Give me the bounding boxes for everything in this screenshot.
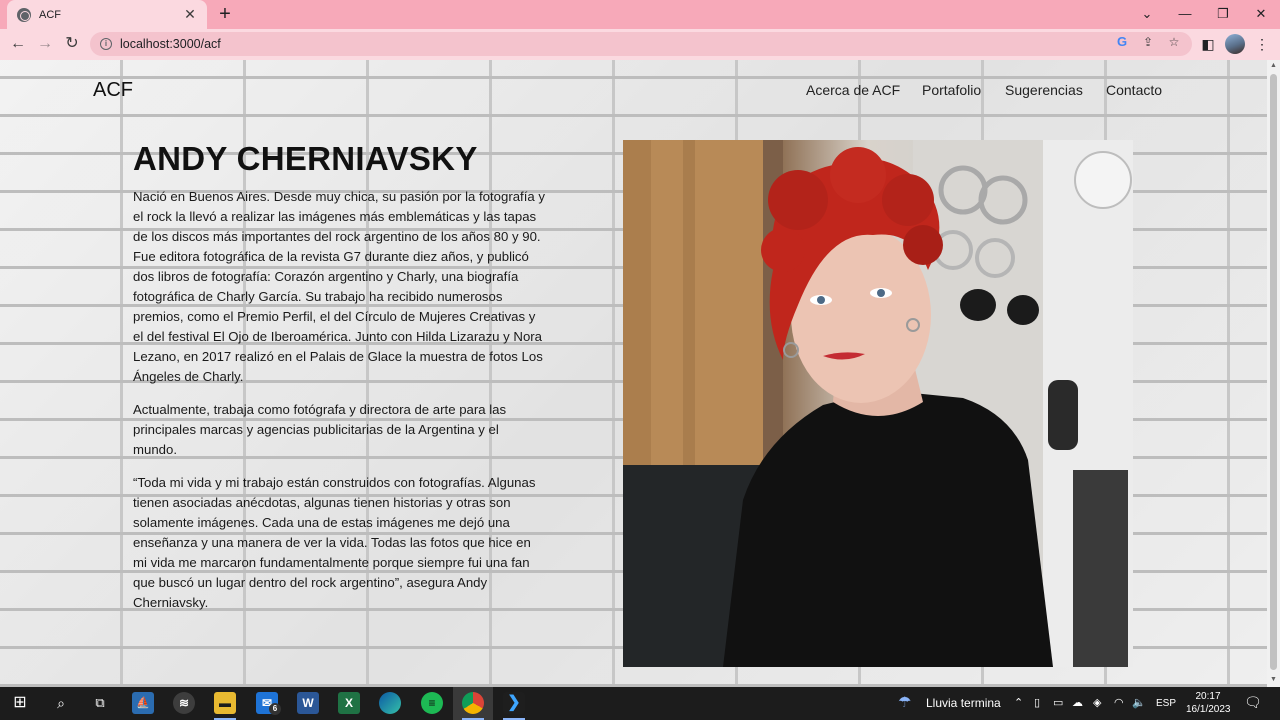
reload-icon[interactable]: ↻ (60, 33, 84, 55)
vscode-icon[interactable]: ❯ (503, 692, 525, 714)
maximize-button[interactable]: ❐ (1204, 0, 1242, 29)
wifi-icon[interactable]: ◠ (1114, 696, 1124, 709)
nav-portafolio[interactable]: Portafolio (922, 82, 981, 98)
search-icon[interactable]: ⌕ (50, 692, 72, 714)
nav-sugerencias[interactable]: Sugerencias (1005, 82, 1083, 98)
clock-date: 16/1/2023 (1186, 704, 1231, 715)
excel-icon[interactable]: X (338, 692, 360, 714)
tab-title: ACF (39, 8, 61, 21)
bookmark-star-icon[interactable]: ☆ (1166, 34, 1182, 50)
notifications-icon[interactable]: 🗨 (1244, 694, 1262, 711)
usb-icon[interactable]: ▯ (1034, 696, 1040, 709)
page-scrollbar[interactable]: ▲ ▼ (1267, 60, 1280, 687)
back-icon[interactable]: ← (6, 33, 30, 55)
address-bar[interactable]: i localhost:3000/acf (90, 32, 1192, 56)
site-info-icon[interactable]: i (100, 38, 112, 50)
language-indicator[interactable]: ESP (1156, 698, 1176, 709)
cloud-icon[interactable]: ☁ (1072, 696, 1083, 709)
file-explorer-icon[interactable]: ▬ (214, 692, 236, 714)
weather-icon[interactable]: ☂ (898, 693, 911, 711)
word-icon[interactable]: W (297, 692, 319, 714)
new-tab-button[interactable]: + (213, 3, 237, 25)
bio-quote: “Toda mi vida y mi trabajo están constru… (133, 475, 536, 610)
mail-badge: 6 (269, 703, 281, 715)
biography: Nació en Buenos Aires. Desde muy chica, … (133, 187, 545, 626)
app-icon[interactable]: ⛵ (132, 692, 154, 714)
clock-time: 20:17 (1195, 691, 1221, 702)
browser-tab[interactable]: ACF ✕ (7, 0, 207, 29)
scrollbar-thumb[interactable] (1270, 74, 1277, 670)
browser-tabstrip: ACF ✕ + ⌄ — ❐ ✕ (0, 0, 1280, 29)
edge-icon[interactable] (379, 692, 401, 714)
battery-icon[interactable]: ▭ (1053, 696, 1063, 709)
system-clock[interactable]: 20:17 16/1/2023 (1186, 690, 1231, 716)
tab-search-icon[interactable]: ⌄ (1128, 0, 1166, 29)
page-viewport: ACF Acerca de ACF Portafolio Sugerencias… (0, 60, 1267, 687)
scroll-up-icon[interactable]: ▲ (1269, 62, 1278, 69)
windows-taskbar: ⊞ ⌕ ⧉ ⛵ ≋ ▬ ✉ 6 W X ≡ ❯ ☂ Lluvia termina… (0, 687, 1280, 720)
bio-paragraph: Nació en Buenos Aires. Desde muy chica, … (133, 189, 545, 384)
minimize-button[interactable]: — (1166, 0, 1204, 29)
weather-text[interactable]: Lluvia termina (926, 696, 1001, 710)
page-title: ANDY CHERNIAVSKY (133, 140, 478, 177)
chevron-up-icon[interactable]: ⌃ (1014, 696, 1023, 709)
volume-icon[interactable]: 🔈 (1132, 696, 1146, 709)
close-window-button[interactable]: ✕ (1242, 0, 1280, 29)
task-view-icon[interactable]: ⧉ (89, 692, 111, 714)
menu-kebab-icon[interactable]: ⋮ (1251, 33, 1273, 55)
portrait-photo (623, 140, 1133, 667)
forward-icon[interactable]: → (33, 33, 57, 55)
globe-icon (17, 7, 31, 22)
side-panel-icon[interactable]: ◧ (1197, 33, 1219, 55)
bio-paragraph: Actualmente, trabaja como fotógrafa y di… (133, 402, 507, 457)
chrome-icon[interactable] (462, 692, 484, 714)
storage-app-icon[interactable]: ≋ (173, 692, 195, 714)
address-url: localhost:3000/acf (120, 37, 221, 51)
site-logo[interactable]: ACF (93, 79, 133, 102)
windows-start-icon[interactable]: ⊞ (9, 692, 31, 714)
browser-toolbar: ← → ↻ i localhost:3000/acf G ⇪ ☆ ◧ ⋮ (0, 29, 1280, 60)
spotify-icon[interactable]: ≡ (421, 692, 443, 714)
nav-acerca[interactable]: Acerca de ACF (806, 82, 900, 98)
share-icon[interactable]: ⇪ (1140, 34, 1156, 50)
close-tab-icon[interactable]: ✕ (183, 6, 197, 23)
nav-contacto[interactable]: Contacto (1106, 82, 1162, 98)
profile-avatar[interactable] (1225, 34, 1245, 54)
google-lens-icon[interactable]: G (1114, 34, 1130, 50)
scroll-down-icon[interactable]: ▼ (1269, 676, 1278, 683)
security-icon[interactable]: ◈ (1093, 696, 1101, 709)
